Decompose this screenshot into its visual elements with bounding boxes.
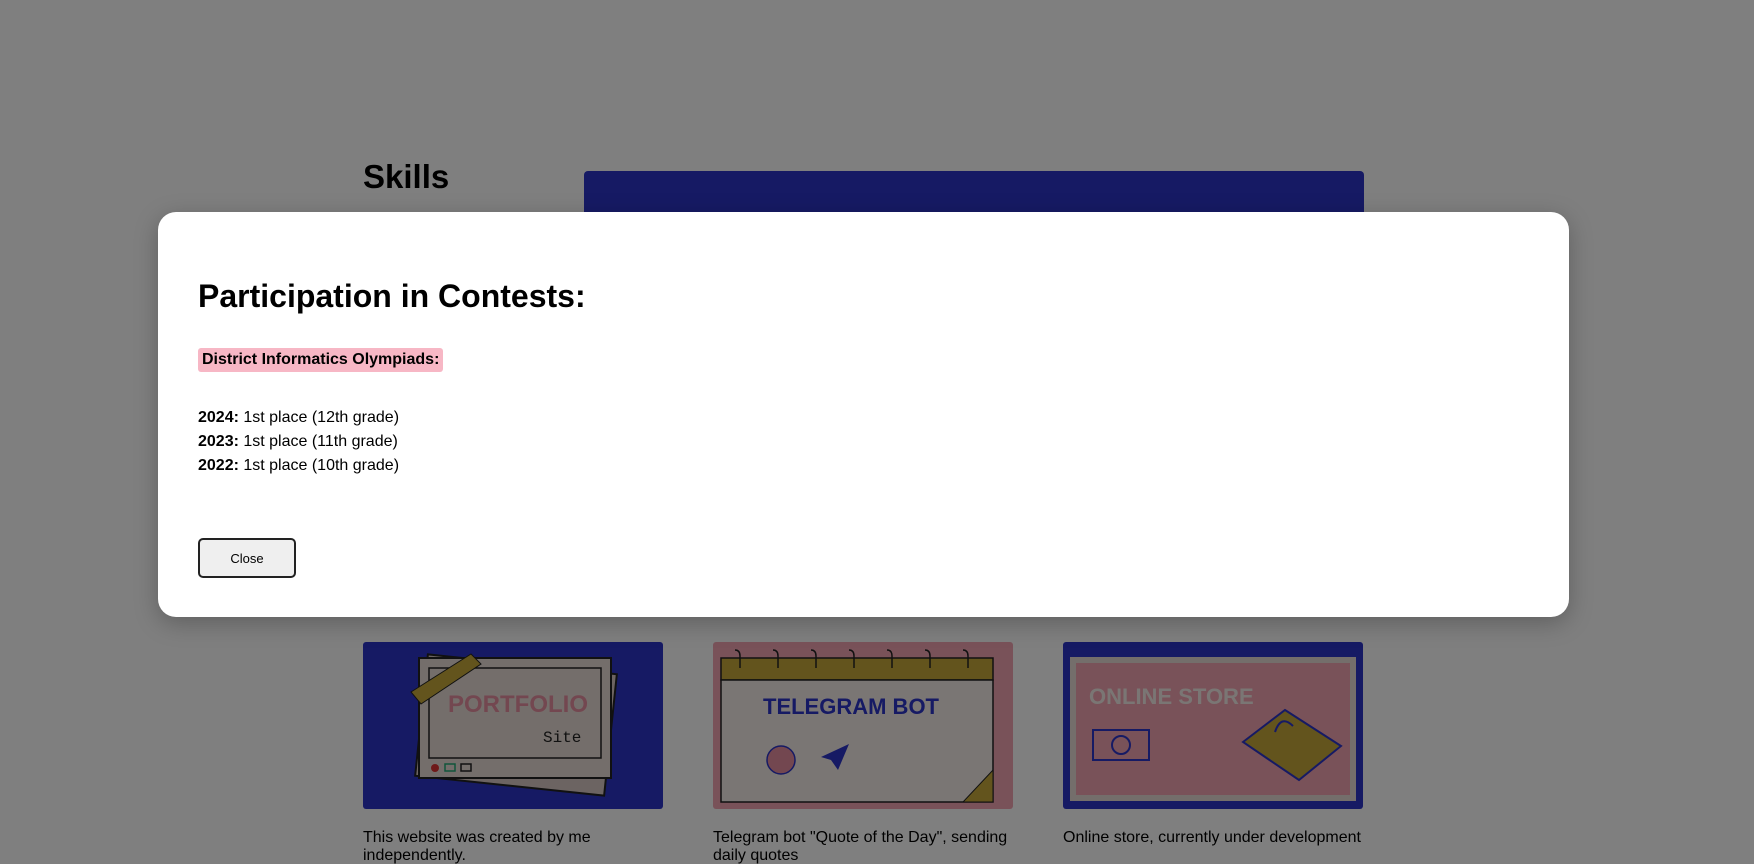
result-item: 2023: 1st place (11th grade) (198, 430, 399, 454)
result-year: 2024: (198, 409, 239, 426)
results-list: 2024: 1st place (12th grade) 2023: 1st p… (198, 406, 399, 478)
result-text: 1st place (12th grade) (238, 409, 400, 426)
result-year: 2023: (198, 433, 239, 450)
contests-modal: Participation in Contests: District Info… (158, 212, 1569, 617)
result-text: 1st place (10th grade) (238, 457, 400, 474)
result-year: 2022: (198, 457, 239, 474)
result-item: 2024: 1st place (12th grade) (198, 406, 399, 430)
result-item: 2022: 1st place (10th grade) (198, 454, 399, 478)
result-text: 1st place (11th grade) (238, 433, 398, 450)
contest-badge: District Informatics Olympiads: (198, 348, 444, 372)
close-button[interactable]: Close (198, 538, 296, 578)
modal-title: Participation in Contests: (198, 278, 586, 314)
